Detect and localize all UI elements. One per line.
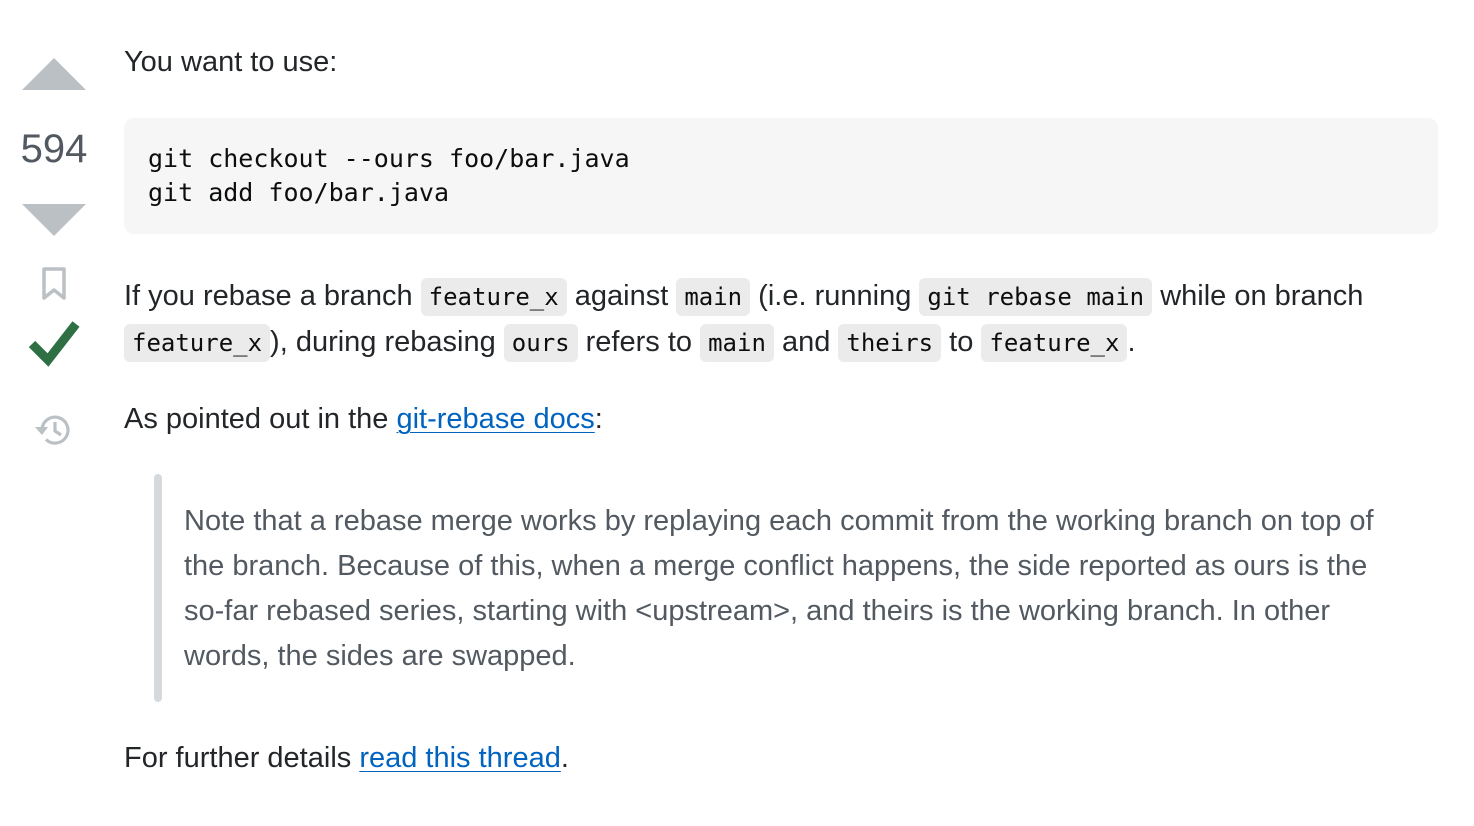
history-icon[interactable] bbox=[33, 410, 73, 450]
code-line-1: git checkout --ours foo/bar.java bbox=[148, 144, 630, 173]
inline-code: theirs bbox=[838, 324, 942, 362]
upvote-arrow-icon[interactable] bbox=[22, 58, 86, 90]
text-span: against bbox=[566, 280, 677, 312]
rebase-explanation: If you rebase a branch feature_x against… bbox=[124, 274, 1440, 366]
downvote-arrow-icon[interactable] bbox=[22, 204, 86, 236]
text-span: As pointed out in the bbox=[124, 403, 397, 435]
text-span: to bbox=[941, 326, 982, 358]
inline-code: feature_x bbox=[124, 324, 271, 362]
blockquote-bar bbox=[154, 474, 162, 702]
text-span: . bbox=[1127, 326, 1136, 358]
vote-count: 594 bbox=[20, 127, 88, 171]
text-span: refers to bbox=[577, 326, 701, 358]
blockquote-text: Note that a rebase merge works by replay… bbox=[184, 505, 1374, 672]
text-span: If you rebase a branch bbox=[124, 280, 421, 312]
text-span: : bbox=[594, 403, 603, 435]
further-details: For further details read this thread. bbox=[124, 736, 1440, 781]
blockquote: Note that a rebase merge works by replay… bbox=[154, 474, 1414, 702]
text-span: ), during rebasing bbox=[270, 326, 504, 358]
inline-code: ours bbox=[503, 324, 578, 362]
inline-code: feature_x bbox=[420, 278, 567, 316]
intro-text: You want to use: bbox=[124, 46, 338, 78]
inline-code: main bbox=[676, 278, 751, 316]
code-line-2: git add foo/bar.java bbox=[148, 178, 450, 207]
text-span: while on branch bbox=[1152, 280, 1364, 312]
inline-code: git rebase main bbox=[919, 278, 1153, 316]
inline-code: main bbox=[700, 324, 774, 362]
bookmark-icon[interactable] bbox=[40, 266, 68, 302]
inline-code: feature_x bbox=[981, 324, 1128, 362]
git-rebase-docs-link[interactable]: git-rebase docs bbox=[396, 403, 594, 435]
text-span: For further details bbox=[124, 742, 360, 774]
accepted-checkmark-icon bbox=[28, 321, 80, 367]
text-span: . bbox=[560, 742, 569, 774]
read-this-thread-link[interactable]: read this thread bbox=[359, 742, 561, 774]
text-span: (i.e. running bbox=[750, 280, 920, 312]
text-span: and bbox=[773, 326, 839, 358]
docs-reference: As pointed out in the git-rebase docs: bbox=[124, 397, 1440, 442]
